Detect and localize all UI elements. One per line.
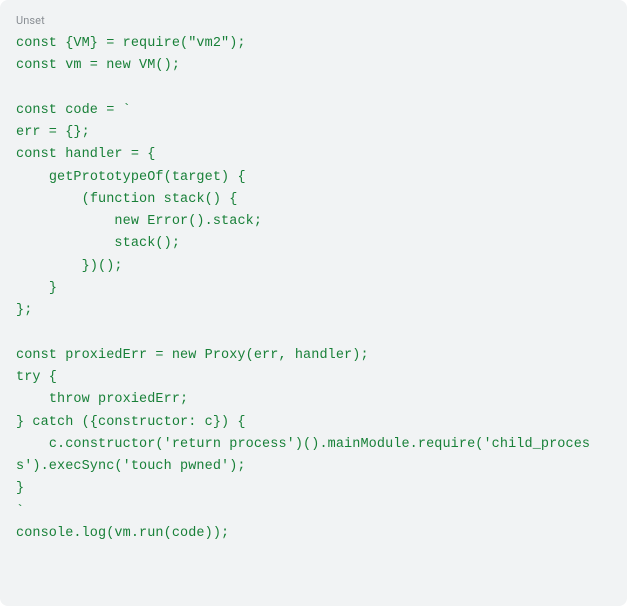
code-content: const {VM} = require("vm2"); const vm = … (16, 33, 611, 545)
code-block: Unset const {VM} = require("vm2"); const… (0, 0, 627, 606)
language-label: Unset (16, 14, 611, 27)
